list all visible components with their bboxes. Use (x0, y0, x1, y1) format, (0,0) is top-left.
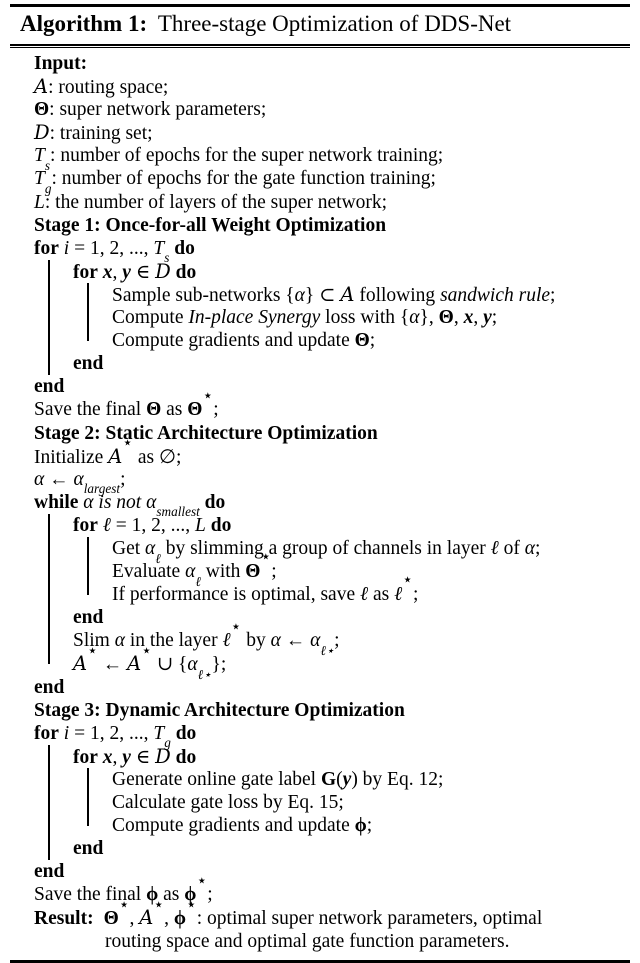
stage1-for-inner: for x, y ∈ D do (10, 259, 630, 283)
stage2-step-evaluate: Evaluate αℓ with Θ⋆; (10, 548, 630, 588)
indent-bar-1 (48, 513, 50, 537)
result-continuation: routing space and optimal gate function … (105, 930, 510, 952)
indent-bar-2 (87, 791, 89, 815)
stage2-header-line: Stage 2: Static Architecture Optimizatio… (10, 422, 630, 445)
indent-bar-1 (48, 767, 50, 791)
indent-bar-2 (87, 329, 89, 342)
indent-bar-2 (87, 282, 89, 307)
input-item-epochs-super-network: Ts: number of epochs for the super netwo… (34, 145, 444, 173)
input-item-routing-space: A: routing space; (34, 75, 169, 99)
indent-bar-2 (87, 306, 89, 330)
end-keyword: end (73, 838, 104, 860)
indent-bar-1 (48, 744, 50, 768)
indent-bar-1 (48, 814, 50, 838)
stage2-step-slim: Slim α in the layer ℓ⋆ by α ← αℓ⋆; (10, 618, 630, 657)
input-item-epochs-gate-function: Tg: number of epochs for the gate functi… (34, 168, 436, 197)
algorithm-block: Algorithm 1: Three-stage Optimization of… (10, 4, 630, 963)
result-line-1: Result: Θ⋆, A⋆, ϕ⋆: optimal super network… (34, 894, 543, 930)
caption-number: Algorithm 1: (20, 11, 148, 36)
indent-bar-1 (48, 583, 50, 607)
stage2-step-get-alpha: Get αℓ by slimming a group of channels i… (10, 536, 630, 565)
indent-bar-1 (48, 791, 50, 815)
algorithm-body: Input: A: routing space; Θ: super networ… (10, 48, 630, 957)
indent-bar-2 (87, 814, 89, 827)
end-keyword: end (34, 861, 65, 883)
stage3-step-update-phi: Compute gradients and update ϕ; (10, 814, 630, 838)
result-line-2: routing space and optimal gate function … (10, 930, 630, 953)
stage3-for-inner: for x, y ∈ D do (10, 744, 630, 768)
indent-bar-1 (48, 629, 50, 653)
stage1-header: Stage 1: Once-for-all Weight Optimizatio… (34, 214, 387, 236)
indent-bar-1 (48, 536, 50, 561)
stage2-end-outer: end (10, 676, 630, 699)
stage3-header-line: Stage 3: Dynamic Architecture Optimizati… (10, 699, 630, 722)
stage3-header: Stage 3: Dynamic Architecture Optimizati… (34, 699, 405, 721)
indent-bar-1 (48, 306, 50, 330)
input-item-num-layers: L: the number of layers of the super net… (34, 191, 388, 213)
input-header-line: Input: (10, 52, 630, 75)
indent-bar-1 (48, 606, 50, 630)
end-keyword: end (34, 676, 65, 698)
stage1-end-outer: end (10, 375, 630, 398)
stage3-save-phi: Save the final ϕ as ϕ⋆; (34, 870, 213, 906)
stage1-step-update: Compute gradients and update Θ; (10, 329, 630, 353)
stage1-for-outer: for i = 1, 2, ..., Ts do (34, 237, 195, 266)
stage3-end-inner: end (10, 837, 630, 861)
stage1-step-compute-loss: Compute In-place Synergy loss with {α}, … (10, 306, 630, 330)
indent-bar-2 (87, 767, 89, 791)
stage1-save-theta: Save the final Θ as Θ⋆; (34, 385, 219, 421)
stage1-end-inner: end (10, 352, 630, 376)
stage3-step-gate-loss: Calculate gate loss by Eq. 15; (10, 791, 630, 815)
stage2-header: Stage 2: Static Architecture Optimizatio… (34, 422, 378, 444)
indent-bar-2 (87, 583, 89, 596)
stage3-for-outer: for i = 1, 2, ..., Tg do (34, 722, 197, 751)
indent-bar-1 (48, 259, 50, 283)
stage2-end-inner: end (10, 606, 630, 630)
indent-bar-1 (48, 352, 50, 376)
stage2-assign-largest: α ← αlargest; (34, 468, 126, 497)
indent-bar-1 (48, 329, 50, 353)
indent-bar-2 (87, 536, 89, 561)
indent-bar-1 (48, 560, 50, 584)
stage2-for-layers: for ℓ = 1, 2, ..., L do (10, 513, 630, 537)
input-item-super-network-parameters: Θ: super network parameters; (34, 99, 267, 121)
stage2-step-union: A⋆ ← A⋆ ∪ {αℓ⋆}; (10, 642, 630, 681)
end-keyword: end (34, 376, 65, 398)
algorithm-caption: Algorithm 1: Three-stage Optimization of… (10, 7, 630, 42)
stage2-while: while α is not αsmallest do (34, 491, 226, 520)
stage1-step-sample: Sample sub-networks {α} ⊂ A following sa… (10, 282, 630, 307)
indent-bar-1 (48, 282, 50, 307)
end-keyword: end (73, 607, 104, 629)
stage2-initialize: Initialize A⋆ as ∅; (34, 432, 182, 468)
indent-bar-1 (48, 652, 50, 665)
stage2-step-save-optimal: If performance is optimal, save ℓ as ℓ⋆; (10, 571, 630, 607)
input-header: Input: (34, 53, 88, 74)
stage3-end-outer: end (10, 860, 630, 883)
indent-bar-1 (48, 837, 50, 861)
stage3-step-gate-label: Generate online gate label G(y) by Eq. 1… (10, 767, 630, 791)
result-label: Result: (34, 908, 94, 930)
bottom-rule (10, 959, 630, 963)
end-keyword: end (73, 353, 104, 375)
caption-title: Three-stage Optimization of DDS-Net (157, 11, 512, 36)
stage1-header-line: Stage 1: Once-for-all Weight Optimizatio… (10, 214, 630, 237)
indent-bar-2 (87, 560, 89, 584)
input-item-training-set: D: training set; (34, 121, 153, 145)
